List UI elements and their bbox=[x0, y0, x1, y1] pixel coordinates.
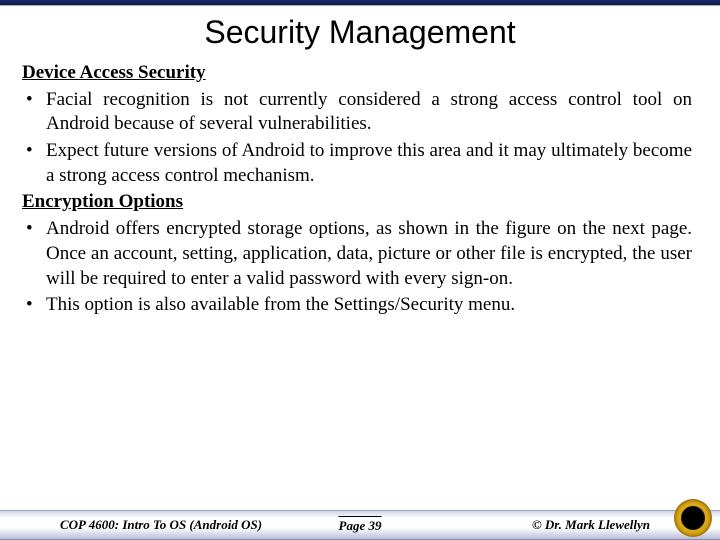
footer-copyright: © Dr. Mark Llewellyn bbox=[532, 517, 650, 533]
section-heading-encryption: Encryption Options bbox=[22, 190, 692, 215]
bullet-item: Facial recognition is not currently cons… bbox=[22, 88, 692, 137]
bullet-item: Android offers encrypted storage options… bbox=[22, 217, 692, 291]
ucf-logo bbox=[674, 499, 712, 537]
footer-course: COP 4600: Intro To OS (Android OS) bbox=[60, 517, 262, 533]
slide-title: Security Management bbox=[0, 14, 720, 51]
footer-band: COP 4600: Intro To OS (Android OS) Page … bbox=[0, 510, 720, 540]
bullet-list-2: Android offers encrypted storage options… bbox=[22, 217, 692, 318]
section-heading-device-access: Device Access Security bbox=[22, 61, 692, 86]
logo-center-icon bbox=[681, 506, 705, 530]
bullet-item: Expect future versions of Android to imp… bbox=[22, 139, 692, 188]
bullet-item: This option is also available from the S… bbox=[22, 293, 692, 318]
footer: COP 4600: Intro To OS (Android OS) Page … bbox=[0, 510, 720, 540]
logo-ring-icon bbox=[674, 499, 712, 537]
top-border-band bbox=[0, 0, 720, 6]
bullet-list-1: Facial recognition is not currently cons… bbox=[22, 88, 692, 189]
footer-page-number: Page 39 bbox=[339, 516, 382, 534]
slide-body: Device Access Security Facial recognitio… bbox=[0, 61, 720, 318]
